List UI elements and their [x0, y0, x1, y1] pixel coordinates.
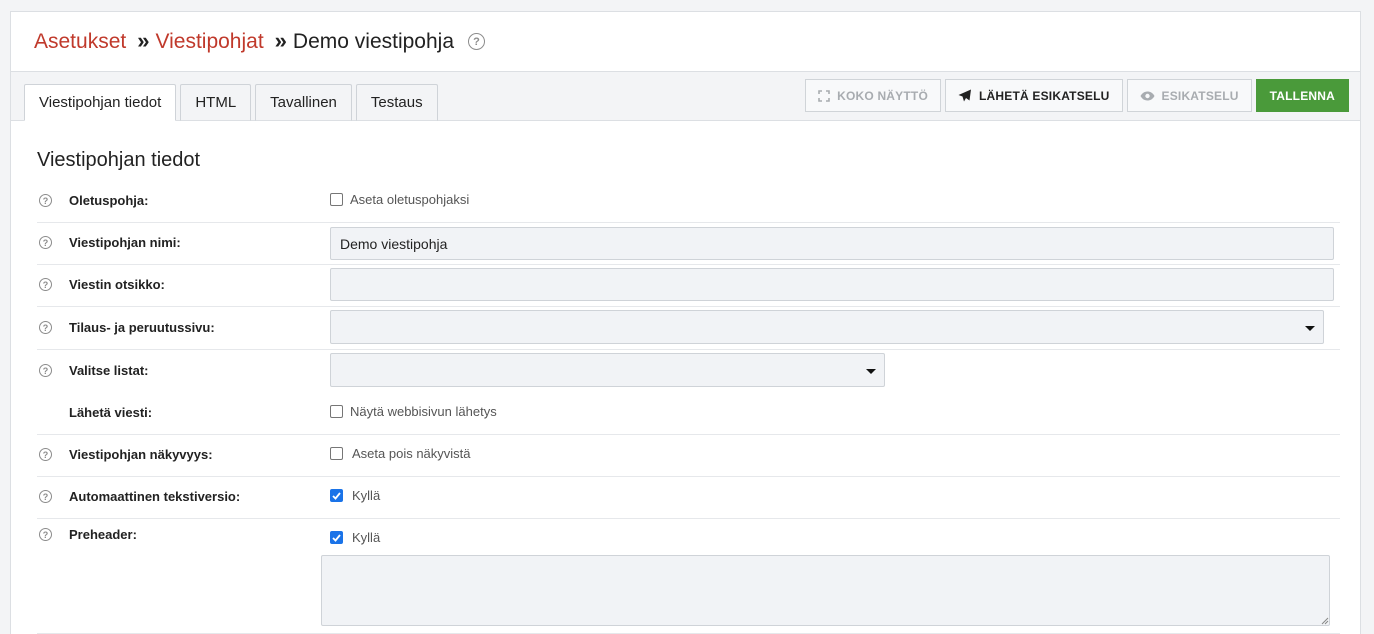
checkbox-box[interactable] — [330, 405, 343, 418]
row-template-name: ? Viestipohjan nimi: Demo viestipohja — [37, 223, 1340, 265]
help-icon[interactable]: ? — [39, 448, 52, 461]
auto-text-checkbox[interactable]: Kyllä — [330, 488, 380, 503]
form-content: Viestipohjan tiedot ? Oletuspohja: Aseta… — [11, 149, 1360, 634]
row-preheader: ? Preheader: Kyllä — [37, 519, 1340, 634]
preheader-checkbox[interactable]: Kyllä — [330, 530, 380, 545]
row-visibility: ? Viestipohjan näkyvyys: Aseta pois näky… — [37, 435, 1340, 477]
checkbox-label: Kyllä — [352, 530, 381, 545]
help-icon[interactable]: ? — [39, 490, 52, 503]
template-name-input[interactable]: Demo viestipohja — [330, 227, 1334, 260]
breadcrumb-separator: » — [137, 27, 149, 53]
lists-select[interactable] — [330, 353, 885, 387]
caret-down-icon — [1305, 326, 1315, 331]
resize-handle-icon[interactable] — [1321, 617, 1329, 625]
row-subject: ? Viestin otsikko: — [37, 265, 1340, 307]
send-message-checkbox[interactable]: Näytä webbisivun lähetys — [330, 404, 497, 419]
checkmark-icon — [332, 491, 341, 500]
checkbox-label: Aseta oletuspohjaksi — [350, 192, 470, 207]
default-template-checkbox[interactable]: Aseta oletuspohjaksi — [330, 192, 469, 207]
page-title: Demo viestipohja — [292, 29, 455, 53]
help-icon[interactable]: ? — [468, 33, 486, 50]
checkbox-box[interactable] — [330, 531, 343, 544]
tab-bar: Viestipohjan tiedot HTML Tavallinen Test… — [11, 72, 1360, 121]
field-label: Lähetä viesti: — [69, 405, 153, 420]
subscribe-page-select[interactable] — [330, 310, 1324, 344]
fullscreen-label: KOKO NÄYTTÖ — [837, 88, 928, 103]
eye-icon — [1140, 91, 1154, 100]
fullscreen-icon — [818, 89, 830, 102]
breadcrumb-separator: » — [274, 27, 287, 53]
row-lists: ? Valitse listat: — [37, 350, 1340, 392]
help-icon[interactable]: ? — [39, 321, 52, 334]
checkbox-box[interactable] — [330, 447, 343, 460]
field-label: Viestin otsikko: — [69, 277, 165, 292]
fullscreen-button[interactable]: KOKO NÄYTTÖ — [805, 79, 941, 112]
tab-testing[interactable]: Testaus — [355, 84, 438, 121]
checkbox-label: Aseta pois näkyvistä — [352, 446, 471, 461]
help-icon[interactable]: ? — [39, 194, 52, 207]
checkbox-box[interactable] — [330, 193, 343, 206]
row-send-message: Lähetä viesti: Näytä webbisivun lähetys — [37, 392, 1340, 435]
preview-button[interactable]: ESIKATSELU — [1126, 79, 1252, 112]
row-default-template: ? Oletuspohja: Aseta oletuspohjaksi — [37, 181, 1340, 223]
section-title: Viestipohjan tiedot — [37, 149, 201, 171]
checkbox-label: Näytä webbisivun lähetys — [350, 404, 497, 419]
paper-plane-icon — [958, 89, 971, 102]
send-preview-button[interactable]: LÄHETÄ ESIKATSELU — [944, 79, 1123, 112]
preheader-textarea[interactable] — [321, 555, 1330, 626]
help-icon[interactable]: ? — [39, 528, 52, 541]
toolbar-actions: KOKO NÄYTTÖ LÄHETÄ ESIKATSELU ESIKATSELU… — [805, 79, 1349, 112]
tab-plain[interactable]: Tavallinen — [255, 84, 352, 121]
subject-input[interactable] — [330, 268, 1334, 301]
tab-template-details[interactable]: Viestipohjan tiedot — [24, 84, 177, 121]
row-auto-text: ? Automaattinen tekstiversio: Kyllä — [37, 477, 1340, 519]
field-label: Preheader: — [69, 527, 137, 542]
field-label: Automaattinen tekstiversio: — [69, 489, 241, 504]
help-icon[interactable]: ? — [39, 236, 52, 249]
field-label: Valitse listat: — [69, 363, 149, 378]
tab-html[interactable]: HTML — [180, 84, 252, 121]
caret-down-icon — [866, 369, 876, 374]
help-icon[interactable]: ? — [39, 278, 52, 291]
field-label: Viestipohjan näkyvyys: — [69, 447, 213, 462]
field-label: Oletuspohja: — [69, 193, 149, 208]
settings-panel: Asetukset » Viestipohjat » Demo viestipo… — [10, 11, 1361, 634]
page-header: Asetukset » Viestipohjat » Demo viestipo… — [11, 12, 1360, 72]
breadcrumb-templates[interactable]: Viestipohjat — [155, 30, 263, 54]
field-label: Viestipohjan nimi: — [69, 235, 181, 250]
checkbox-box[interactable] — [330, 489, 343, 502]
send-preview-label: LÄHETÄ ESIKATSELU — [978, 88, 1110, 103]
breadcrumb-settings[interactable]: Asetukset — [34, 30, 126, 54]
checkbox-label: Kyllä — [352, 488, 381, 503]
save-button[interactable]: TALLENNA — [1255, 79, 1349, 112]
visibility-checkbox[interactable]: Aseta pois näkyvistä — [330, 446, 471, 461]
help-icon[interactable]: ? — [39, 364, 52, 377]
preview-label: ESIKATSELU — [1161, 88, 1239, 103]
field-label: Tilaus- ja peruutussivu: — [69, 320, 215, 335]
row-subscribe-page: ? Tilaus- ja peruutussivu: — [37, 307, 1340, 350]
tabs: Viestipohjan tiedot HTML Tavallinen Test… — [24, 84, 438, 121]
checkmark-icon — [332, 533, 341, 542]
